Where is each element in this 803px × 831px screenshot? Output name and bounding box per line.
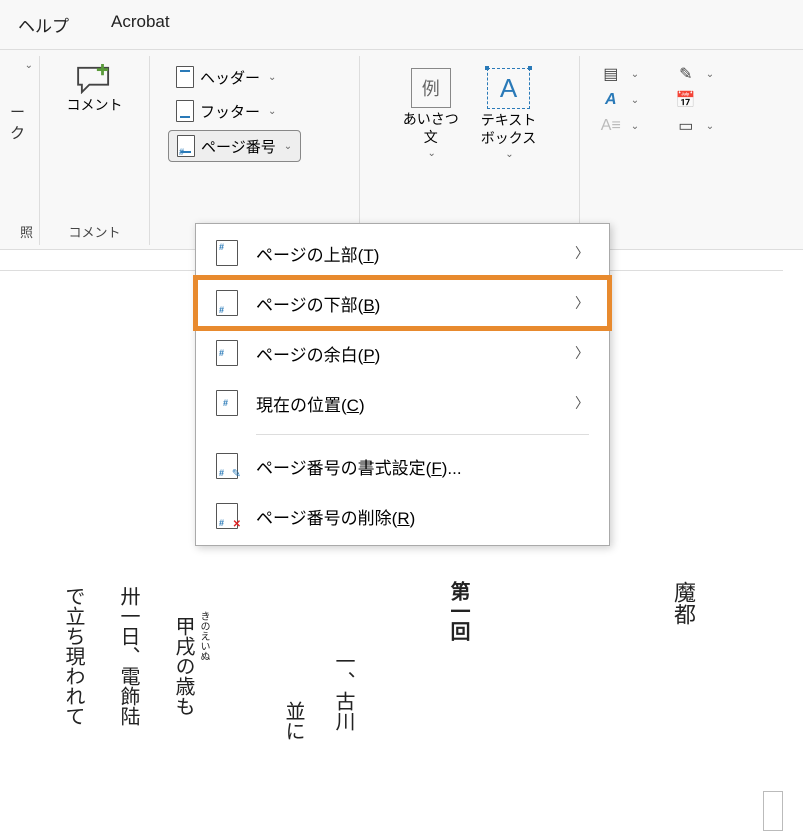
greeting-label: あいさつ 文 bbox=[403, 110, 459, 146]
example-icon: 例 bbox=[411, 68, 451, 108]
page-margin-icon bbox=[216, 340, 238, 366]
header-label: ヘッダー bbox=[200, 67, 260, 88]
comment-label: コメント bbox=[67, 96, 123, 114]
header-icon bbox=[176, 66, 194, 88]
footer-label: フッター bbox=[200, 101, 260, 122]
textbox-icon: A bbox=[487, 68, 530, 109]
chevron-down-icon: ⌄ bbox=[428, 148, 436, 159]
quick-parts-icon[interactable]: ▤ bbox=[601, 64, 621, 84]
remove-page-number-icon bbox=[216, 503, 238, 529]
page-number-icon bbox=[177, 135, 195, 157]
doc-title: 第一回 bbox=[440, 581, 476, 641]
menu-page-bottom-label: ページの下部(B) bbox=[256, 291, 380, 316]
page-number-button[interactable]: ページ番号 ⌄ bbox=[168, 130, 301, 162]
chevron-right-icon: 〉 bbox=[575, 393, 589, 413]
comment-button[interactable]: コメント bbox=[61, 60, 129, 118]
textbox-button[interactable]: A テキスト ボックス ⌄ bbox=[475, 64, 543, 164]
menu-page-top[interactable]: ページの上部(T) 〉 bbox=[196, 228, 609, 278]
partial-group-label: 照 bbox=[20, 222, 33, 241]
greeting-button[interactable]: 例 あいさつ 文 ⌄ bbox=[397, 64, 465, 163]
footer-icon bbox=[176, 100, 194, 122]
tab-acrobat[interactable]: Acrobat bbox=[105, 8, 176, 41]
comment-group-label: コメント bbox=[68, 222, 120, 241]
chevron-down-icon: ⌄ bbox=[505, 149, 513, 160]
menu-current-position-label: 現在の位置(C) bbox=[256, 391, 365, 416]
header-button[interactable]: ヘッダー ⌄ bbox=[168, 62, 284, 92]
menu-separator bbox=[256, 434, 589, 435]
menu-page-margin[interactable]: ページの余白(P) 〉 bbox=[196, 328, 609, 378]
page-bottom-icon bbox=[216, 290, 238, 316]
partial-label-1: ーク bbox=[10, 101, 33, 143]
page-top-icon bbox=[216, 240, 238, 266]
page-number-menu: ページの上部(T) 〉 ページの下部(B) 〉 ページの余白(P) 〉 現在の位… bbox=[195, 223, 610, 546]
chevron-down-icon[interactable]: ⌄ bbox=[631, 95, 639, 106]
chevron-down-icon[interactable]: ⌄ bbox=[631, 69, 639, 80]
doc-text-3: 甲戌の歳も bbox=[165, 616, 201, 716]
chevron-down-icon[interactable]: ⌄ bbox=[706, 69, 714, 80]
ruler-mark bbox=[763, 791, 783, 831]
chevron-down-icon: ⌄ bbox=[284, 141, 292, 152]
textbox-label: テキスト ボックス bbox=[481, 111, 537, 147]
menu-format-page-number[interactable]: ページ番号の書式設定(F)... bbox=[196, 441, 609, 491]
format-page-number-icon bbox=[216, 453, 238, 479]
footer-button[interactable]: フッター ⌄ bbox=[168, 96, 284, 126]
chevron-right-icon: 〉 bbox=[575, 293, 589, 313]
doc-text-5: で立ち現われて bbox=[55, 586, 91, 726]
datetime-icon[interactable]: 📅 bbox=[676, 90, 696, 110]
ribbon: ⌄ ーク 照 コメント コメント ヘッダー ⌄ フッター ⌄ bbox=[0, 50, 803, 250]
menu-page-top-label: ページの上部(T) bbox=[256, 241, 379, 266]
current-position-icon bbox=[216, 390, 238, 416]
comment-icon bbox=[76, 64, 114, 94]
chevron-down-icon[interactable]: ⌄ bbox=[25, 60, 33, 71]
menu-remove-label: ページ番号の削除(R) bbox=[256, 504, 415, 529]
chevron-down-icon[interactable]: ⌄ bbox=[706, 121, 714, 132]
tab-help[interactable]: ヘルプ bbox=[12, 8, 75, 41]
wordart-icon[interactable]: A bbox=[601, 90, 621, 110]
signature-icon[interactable]: ✎ bbox=[676, 64, 696, 84]
chevron-right-icon: 〉 bbox=[575, 343, 589, 363]
doc-text-side: 魔都 bbox=[663, 581, 703, 625]
dropcap-icon[interactable]: A≡ bbox=[601, 116, 621, 136]
page-number-label: ページ番号 bbox=[201, 136, 276, 157]
chevron-down-icon[interactable]: ⌄ bbox=[631, 121, 639, 132]
menu-current-position[interactable]: 現在の位置(C) 〉 bbox=[196, 378, 609, 428]
object-icon[interactable]: ▭ bbox=[676, 116, 696, 136]
chevron-right-icon: 〉 bbox=[575, 243, 589, 263]
menu-page-bottom[interactable]: ページの下部(B) 〉 bbox=[196, 278, 609, 328]
chevron-down-icon: ⌄ bbox=[268, 106, 276, 117]
doc-text-2: 並に bbox=[275, 701, 311, 741]
chevron-down-icon: ⌄ bbox=[268, 72, 276, 83]
menu-page-margin-label: ページの余白(P) bbox=[256, 341, 380, 366]
menu-format-label: ページ番号の書式設定(F)... bbox=[256, 454, 462, 479]
doc-text-1: 一、古川 bbox=[325, 651, 361, 731]
menu-remove-page-number[interactable]: ページ番号の削除(R) bbox=[196, 491, 609, 541]
doc-text-4: 卅一日、電飾陆 bbox=[110, 586, 146, 726]
